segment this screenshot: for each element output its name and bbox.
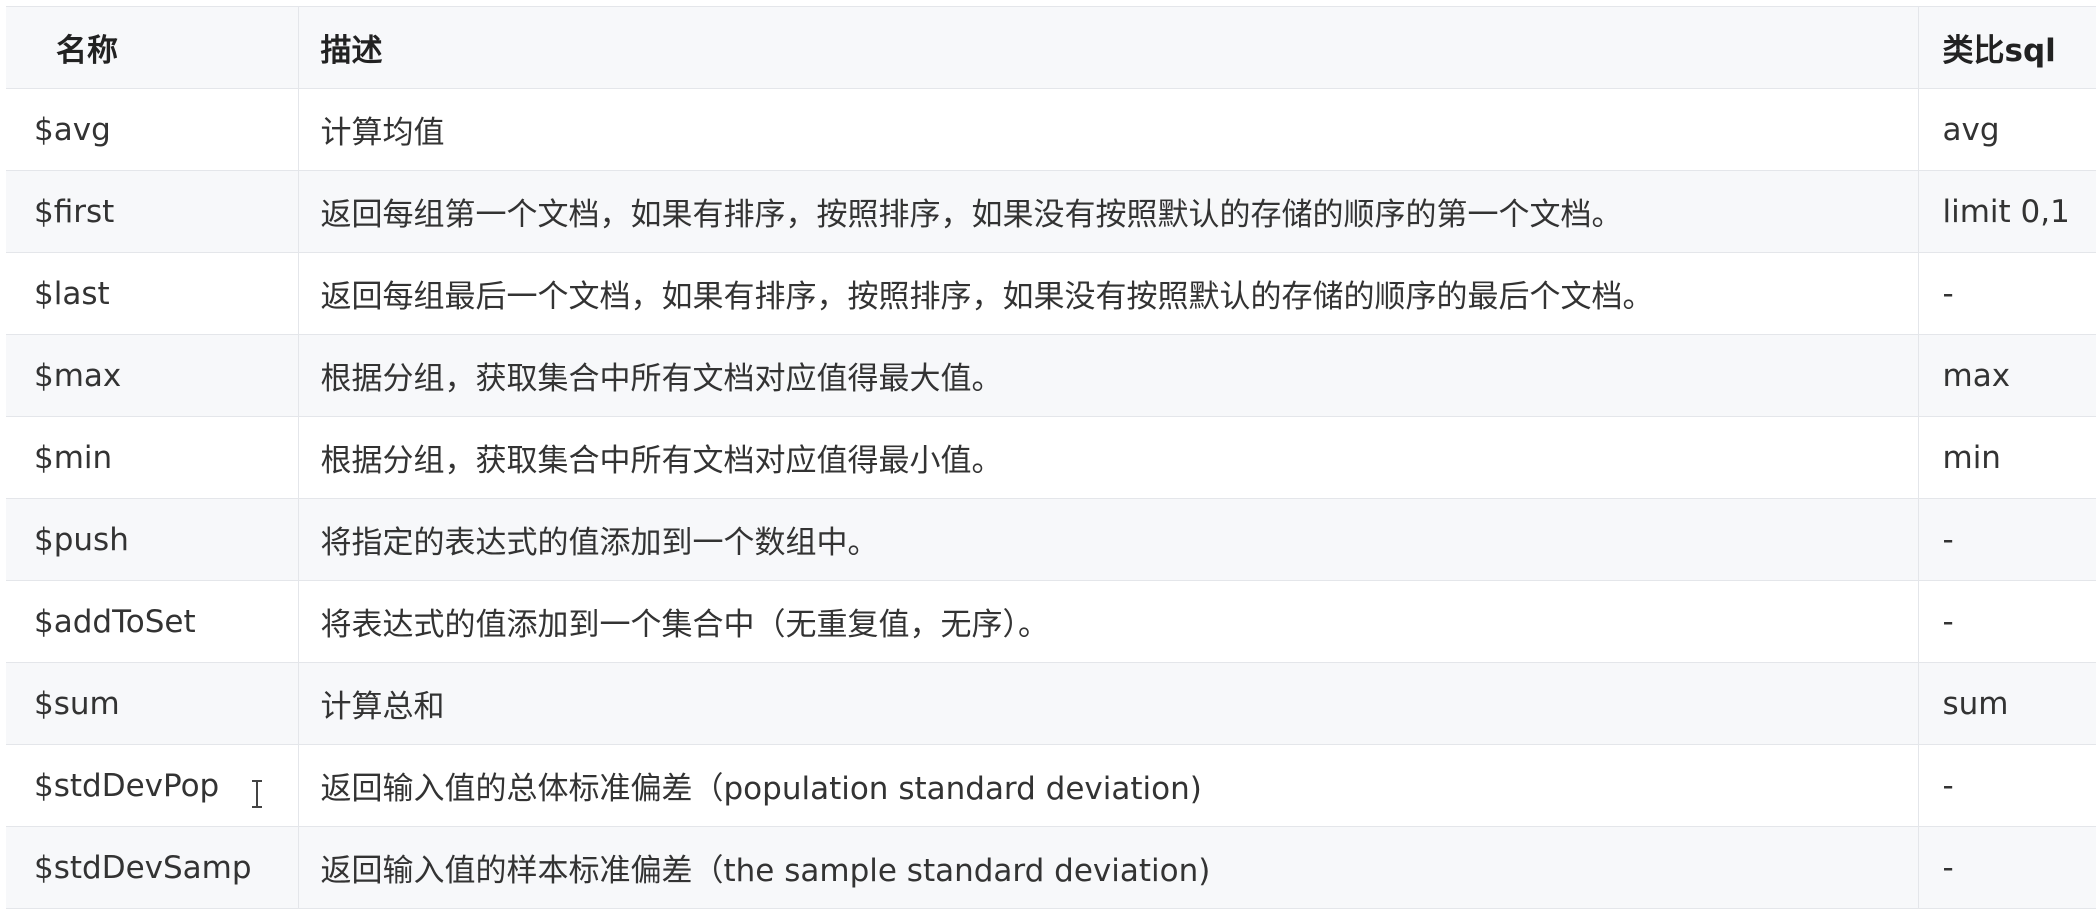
cell-description: 返回输入值的总体标准偏差（population standard deviati… [297, 744, 1918, 827]
cell-description: 根据分组，获取集合中所有文档对应值得最小值。 [297, 416, 1918, 499]
cell-name: $max [6, 334, 298, 417]
cell-name: $first [6, 170, 298, 253]
table-row: $stdDevPop 返回输入值的总体标准偏差（population stand… [6, 744, 2096, 827]
cell-description: 将指定的表达式的值添加到一个数组中。 [297, 498, 1918, 581]
table-row: $push 将指定的表达式的值添加到一个数组中。 - [6, 498, 2096, 581]
cell-name: $last [6, 252, 298, 335]
cell-description: 根据分组，获取集合中所有文档对应值得最大值。 [297, 334, 1918, 417]
cell-sql: - [1917, 252, 2096, 335]
table-row: $first 返回每组第一个文档，如果有排序，按照排序，如果没有按照默认的存储的… [6, 170, 2096, 253]
cell-sql: max [1917, 334, 2096, 417]
header-description: 描述 [297, 6, 1918, 89]
cell-sql: sum [1917, 662, 2096, 745]
table-row: $sum 计算总和 sum [6, 662, 2096, 745]
cell-name: $sum [6, 662, 298, 745]
aggregation-operators-table: 名称 描述 类比sql $avg 计算均值 avg $first 返回每组第一个… [6, 6, 2096, 909]
cell-sql: - [1917, 580, 2096, 663]
cell-description: 返回每组最后一个文档，如果有排序，按照排序，如果没有按照默认的存储的顺序的最后个… [297, 252, 1918, 335]
cell-sql: - [1917, 826, 2096, 909]
cell-description: 将表达式的值添加到一个集合中（无重复值，无序）。 [297, 580, 1918, 663]
text-cursor-icon [250, 779, 264, 809]
cell-description: 返回输入值的样本标准偏差（the sample standard deviati… [297, 826, 1918, 909]
table-row: $addToSet 将表达式的值添加到一个集合中（无重复值，无序）。 - [6, 580, 2096, 663]
cell-sql: - [1917, 744, 2096, 827]
cell-sql: min [1917, 416, 2096, 499]
cell-name: $avg [6, 88, 298, 171]
header-sql: 类比sql [1917, 6, 2096, 89]
cell-description: 计算均值 [297, 88, 1918, 171]
table-row: $last 返回每组最后一个文档，如果有排序，按照排序，如果没有按照默认的存储的… [6, 252, 2096, 335]
cell-description: 返回每组第一个文档，如果有排序，按照排序，如果没有按照默认的存储的顺序的第一个文… [297, 170, 1918, 253]
cell-description: 计算总和 [297, 662, 1918, 745]
cell-name: $stdDevSamp [6, 826, 298, 909]
cell-sql: limit 0,1 [1917, 170, 2096, 253]
header-name: 名称 [6, 6, 298, 89]
page: 名称 描述 类比sql $avg 计算均值 avg $first 返回每组第一个… [0, 0, 2096, 918]
cell-name: $push [6, 498, 298, 581]
cell-name: $min [6, 416, 298, 499]
table-row: $avg 计算均值 avg [6, 88, 2096, 171]
table-row: $min 根据分组，获取集合中所有文档对应值得最小值。 min [6, 416, 2096, 499]
cell-name: $addToSet [6, 580, 298, 663]
cell-sql: avg [1917, 88, 2096, 171]
table-header-row: 名称 描述 类比sql [6, 6, 2096, 89]
table-row: $stdDevSamp 返回输入值的样本标准偏差（the sample stan… [6, 826, 2096, 909]
cell-sql: - [1917, 498, 2096, 581]
table-row: $max 根据分组，获取集合中所有文档对应值得最大值。 max [6, 334, 2096, 417]
